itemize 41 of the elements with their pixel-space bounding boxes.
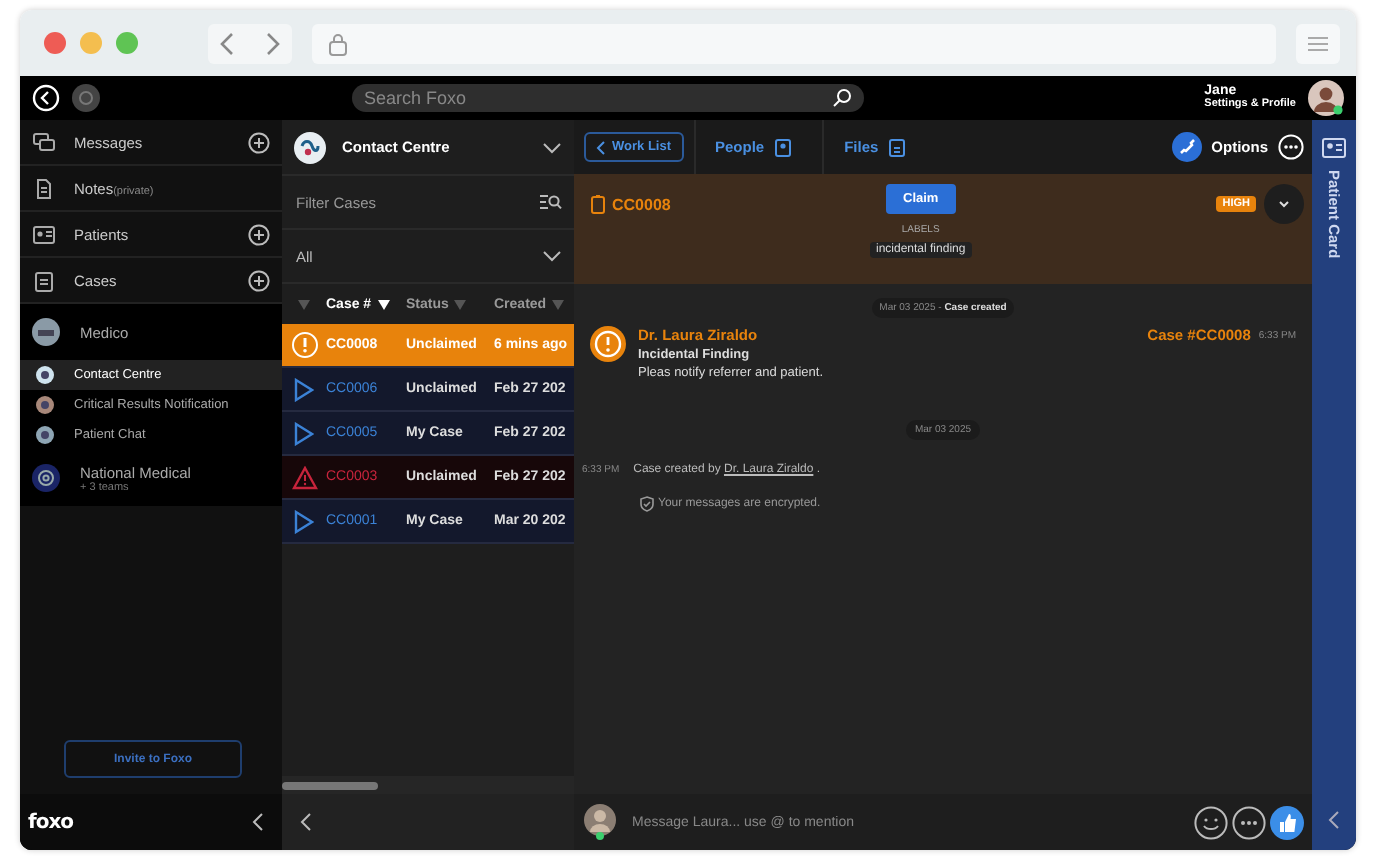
- chevron-down-icon: [542, 250, 562, 262]
- clipboard-icon[interactable]: [32, 269, 56, 291]
- lock-icon: [328, 31, 348, 55]
- case-title: CC0008: [612, 195, 671, 213]
- collapse-icon[interactable]: [298, 812, 314, 832]
- thumbs-up-icon[interactable]: [1270, 805, 1304, 839]
- search-field[interactable]: Search Foxo: [352, 84, 864, 112]
- scrollbar[interactable]: [282, 781, 378, 789]
- collapse-icon[interactable]: [1326, 810, 1342, 830]
- close-icon[interactable]: [44, 32, 66, 54]
- shield-icon: [640, 496, 654, 512]
- sort-arrow-icon[interactable]: [377, 299, 390, 309]
- logo: foxo: [28, 811, 74, 833]
- chevron-left-icon: [596, 139, 606, 155]
- note-icon[interactable]: [32, 177, 56, 199]
- document-icon[interactable]: [888, 137, 907, 157]
- team-logo-icon: [294, 131, 326, 163]
- emoji-icon[interactable]: [1194, 805, 1228, 839]
- play-icon: [294, 377, 314, 401]
- contact-card-icon[interactable]: [774, 137, 793, 157]
- warning-icon: [291, 465, 317, 489]
- avatar-icon[interactable]: [1308, 80, 1344, 116]
- add-icon[interactable]: [248, 131, 270, 153]
- back-icon[interactable]: [32, 84, 60, 112]
- alert-circle-icon: [590, 326, 626, 362]
- avatar-icon: [584, 804, 616, 840]
- play-icon: [294, 509, 314, 533]
- more-icon[interactable]: [1232, 805, 1266, 839]
- collapse-icon[interactable]: [250, 812, 266, 832]
- play-icon: [294, 421, 314, 445]
- search-icon[interactable]: [832, 88, 852, 108]
- org-logo-icon[interactable]: [32, 318, 60, 346]
- chevron-down-icon[interactable]: [542, 141, 562, 153]
- add-icon[interactable]: [248, 269, 270, 291]
- clipboard-icon: [590, 194, 606, 214]
- phone-icon[interactable]: [1171, 132, 1202, 162]
- alert-circle-icon: [291, 332, 317, 358]
- add-icon[interactable]: [248, 223, 270, 245]
- filter-search-icon[interactable]: [540, 194, 562, 210]
- chat-icon[interactable]: [32, 131, 56, 153]
- id-card-icon[interactable]: [32, 223, 56, 245]
